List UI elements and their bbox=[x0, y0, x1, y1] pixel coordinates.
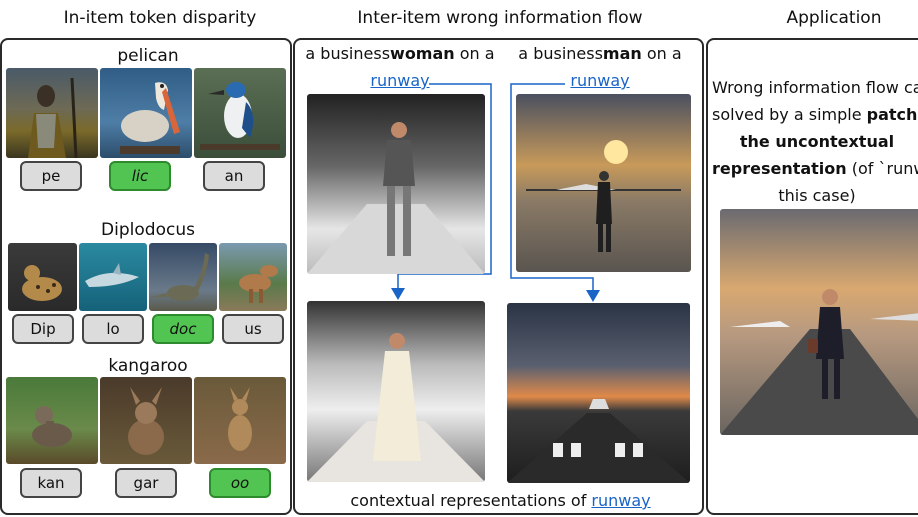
leopard-figure bbox=[22, 265, 62, 301]
kangaroo-figure bbox=[228, 387, 252, 451]
token-kan: kan bbox=[20, 468, 82, 498]
knight-figure bbox=[28, 77, 78, 158]
token-lo: lo bbox=[82, 314, 144, 344]
knight-image bbox=[6, 68, 98, 158]
woman-walking-figure bbox=[307, 122, 485, 274]
diplodocus-image bbox=[149, 243, 217, 311]
token-dip: Dip bbox=[12, 314, 74, 344]
header-wrong-information-flow: Inter-item wrong information flow bbox=[357, 8, 643, 28]
application-panel: Wrong information flow can solved by a s… bbox=[706, 38, 918, 515]
token-us: us bbox=[222, 314, 284, 344]
pelican-image bbox=[100, 68, 192, 158]
businesswoman-airport-runway-image bbox=[720, 209, 918, 435]
word-pelican: pelican bbox=[117, 46, 179, 66]
trex-figure bbox=[239, 265, 278, 303]
flow-arrowhead-left bbox=[391, 288, 405, 300]
kingfisher-image bbox=[194, 68, 286, 158]
runway-markings bbox=[507, 399, 690, 483]
airport-runway-image bbox=[507, 303, 690, 483]
otter-figure bbox=[32, 406, 72, 447]
token-lic-highlighted: lic bbox=[109, 161, 171, 191]
token-an: an bbox=[203, 161, 265, 191]
wallaby-figure bbox=[128, 387, 164, 455]
token-disparity-panel: pelican pe lic an Diplodocus Dip lo doc … bbox=[0, 38, 292, 515]
trex-image bbox=[219, 243, 287, 311]
information-flow-panel: a businesswoman on a runway a businessma… bbox=[293, 38, 704, 515]
contextual-representations-caption: contextual representations of runway bbox=[350, 491, 651, 510]
kingfisher-figure bbox=[200, 82, 280, 150]
token-doc-highlighted: doc bbox=[152, 314, 214, 344]
pelican-figure bbox=[120, 82, 180, 154]
token-gar: gar bbox=[115, 468, 177, 498]
leopard-image bbox=[8, 243, 77, 311]
businessman-airport-runway-image bbox=[516, 94, 691, 272]
diplodocus-figure bbox=[151, 253, 209, 301]
model-dress-figure bbox=[307, 333, 485, 482]
word-diplodocus: Diplodocus bbox=[101, 220, 195, 240]
header-token-disparity: In-item token disparity bbox=[63, 8, 257, 28]
flow-arrowhead-right bbox=[586, 290, 600, 302]
token-oo-highlighted: oo bbox=[209, 468, 271, 498]
word-kangaroo: kangaroo bbox=[108, 356, 188, 376]
dolphin-figure bbox=[85, 263, 139, 287]
man-walking-figure bbox=[526, 140, 681, 252]
businesswoman-runway-image bbox=[307, 94, 485, 274]
otter-image bbox=[6, 377, 98, 464]
fashion-runway-image bbox=[307, 301, 485, 482]
wallaby-image bbox=[100, 377, 192, 464]
runway-link-footer[interactable]: runway bbox=[591, 491, 650, 510]
kangaroo-image bbox=[194, 377, 286, 464]
token-pe: pe bbox=[20, 161, 82, 191]
dolphin-image bbox=[79, 243, 147, 311]
application-description: Wrong information flow can solved by a s… bbox=[712, 78, 918, 205]
woman-airport-figure bbox=[720, 289, 918, 435]
header-application: Application bbox=[786, 8, 882, 28]
